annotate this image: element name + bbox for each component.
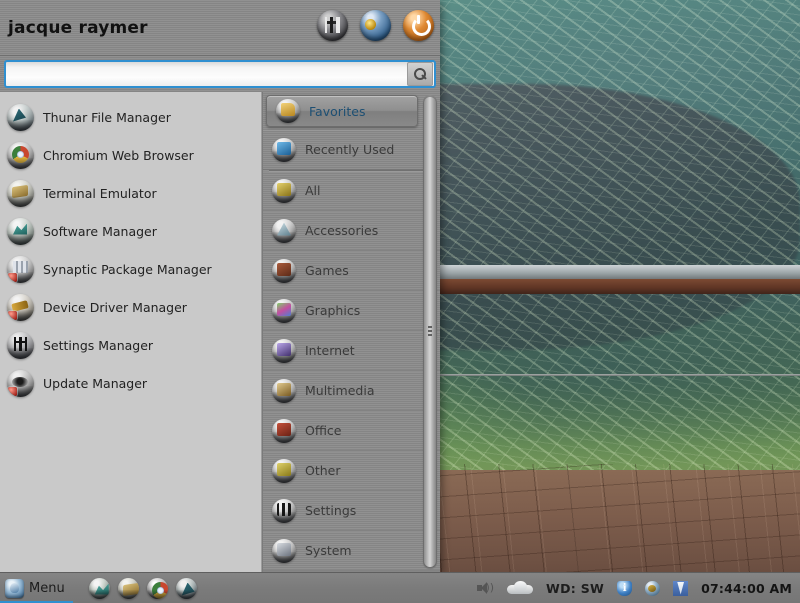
software-manager-launcher-icon[interactable]: [88, 577, 110, 599]
sidebar-item-label: Games: [305, 263, 349, 278]
settings-manager-icon[interactable]: [317, 10, 348, 41]
list-item-label: Chromium Web Browser: [43, 147, 194, 163]
system-icon: [272, 538, 296, 563]
list-item-label: Device Driver Manager: [43, 299, 187, 315]
sidebar-item-label: All: [305, 183, 321, 198]
sidebar-item-games[interactable]: Games: [263, 251, 440, 291]
list-item-label: Settings Manager: [43, 337, 154, 353]
search-row: [0, 56, 440, 92]
list-item[interactable]: Terminal Emulator: [0, 174, 261, 212]
taskbar-launchers: [88, 577, 197, 599]
header-action-icons: [317, 10, 434, 41]
list-item-label: Update Manager: [43, 375, 148, 391]
thunar-launcher-icon[interactable]: [175, 577, 197, 599]
search-button[interactable]: [407, 62, 433, 86]
settings-icon: [272, 498, 296, 523]
search-input[interactable]: [6, 62, 407, 86]
application-menu-window[interactable]: jacque raymer Thunar File Manager Chromi…: [0, 0, 440, 572]
other-icon: [272, 458, 296, 483]
speaker-icon[interactable]: )): [477, 581, 494, 595]
list-item[interactable]: Device Driver Manager: [0, 288, 261, 326]
chromium-icon: [7, 141, 34, 169]
sidebar-item-label: System: [305, 543, 352, 558]
sidebar-item-label: Recently Used: [305, 142, 395, 157]
terminal-icon: [7, 179, 34, 207]
cloud-icon[interactable]: [507, 580, 534, 596]
games-icon: [272, 258, 296, 283]
sidebar-item-office[interactable]: Office: [263, 411, 440, 451]
list-item[interactable]: Software Manager: [0, 212, 261, 250]
sidebar-item-settings[interactable]: Settings: [263, 491, 440, 531]
clock-label: 07:44:00 AM: [701, 580, 792, 596]
username-label: jacque raymer: [8, 17, 148, 38]
favorites-application-list[interactable]: Thunar File Manager Chromium Web Browser…: [0, 92, 262, 572]
all-applications-icon: [272, 178, 296, 203]
office-icon: [272, 418, 296, 443]
sidebar-item-label: Settings: [305, 503, 357, 518]
list-item-label: Software Manager: [43, 223, 157, 239]
category-list[interactable]: Favorites Recently Used All Accessories …: [262, 92, 440, 572]
sidebar-item-recently-used[interactable]: Recently Used: [263, 130, 440, 170]
lock-screen-icon[interactable]: [360, 10, 391, 41]
sidebar-item-multimedia[interactable]: Multimedia: [263, 371, 440, 411]
recently-used-icon: [272, 137, 296, 162]
sidebar-item-label: Office: [305, 423, 342, 438]
category-scrollbar[interactable]: [423, 95, 437, 569]
sidebar-item-label: Multimedia: [305, 383, 375, 398]
list-item[interactable]: Chromium Web Browser: [0, 136, 261, 174]
sidebar-item-accessories[interactable]: Accessories: [263, 211, 440, 251]
sidebar-item-label: Graphics: [305, 303, 361, 318]
device-driver-icon: [7, 293, 34, 321]
menu-button-label: Menu: [29, 580, 65, 596]
favorites-folder-icon: [276, 99, 300, 123]
sidebar-item-favorites[interactable]: Favorites: [266, 95, 418, 127]
menu-button[interactable]: Menu: [0, 573, 73, 603]
sidebar-item-other[interactable]: Other: [263, 451, 440, 491]
menu-orb-icon: [5, 578, 24, 598]
multimedia-icon: [272, 378, 296, 403]
thunar-icon: [7, 103, 34, 131]
list-item[interactable]: Settings Manager: [0, 326, 261, 364]
sidebar-item-label: Other: [305, 463, 341, 478]
search-field-wrapper[interactable]: [4, 60, 436, 88]
sidebar-item-graphics[interactable]: Graphics: [263, 291, 440, 331]
update-manager-icon: [7, 369, 34, 397]
list-item[interactable]: Update Manager: [0, 364, 261, 402]
update-shield-icon[interactable]: [617, 580, 633, 596]
list-item[interactable]: Thunar File Manager: [0, 98, 261, 136]
search-icon: [413, 67, 427, 81]
network-globe-icon[interactable]: [645, 580, 661, 596]
sidebar-item-internet[interactable]: Internet: [263, 331, 440, 371]
blue-tray-icon[interactable]: [673, 580, 689, 596]
list-item[interactable]: Synaptic Package Manager: [0, 250, 261, 288]
taskbar: Menu )) WD: SW 07:44:00 AM: [0, 572, 800, 603]
list-item-label: Thunar File Manager: [43, 109, 171, 125]
settings-manager-icon: [7, 331, 34, 359]
sidebar-item-label: Favorites: [309, 103, 366, 119]
sidebar-item-label: Internet: [305, 343, 355, 358]
terminal-launcher-icon[interactable]: [117, 577, 139, 599]
chromium-launcher-icon[interactable]: [146, 577, 168, 599]
graphics-icon: [272, 298, 296, 323]
internet-icon: [272, 338, 296, 363]
system-tray: )) WD: SW 07:44:00 AM: [477, 580, 800, 596]
sidebar-item-label: Accessories: [305, 223, 379, 238]
menu-body: Thunar File Manager Chromium Web Browser…: [0, 92, 440, 572]
software-manager-icon: [7, 217, 34, 245]
synaptic-icon: [7, 255, 34, 283]
sidebar-item-system[interactable]: System: [263, 531, 440, 571]
accessories-icon: [272, 218, 296, 243]
power-button-icon[interactable]: [403, 10, 434, 41]
list-item-label: Terminal Emulator: [43, 185, 157, 201]
sidebar-item-all[interactable]: All: [263, 171, 440, 211]
category-scrollbar-thumb[interactable]: [424, 97, 436, 567]
wind-direction-label: WD: SW: [546, 580, 605, 596]
menu-header: jacque raymer: [0, 0, 440, 56]
list-item-label: Synaptic Package Manager: [43, 261, 212, 277]
